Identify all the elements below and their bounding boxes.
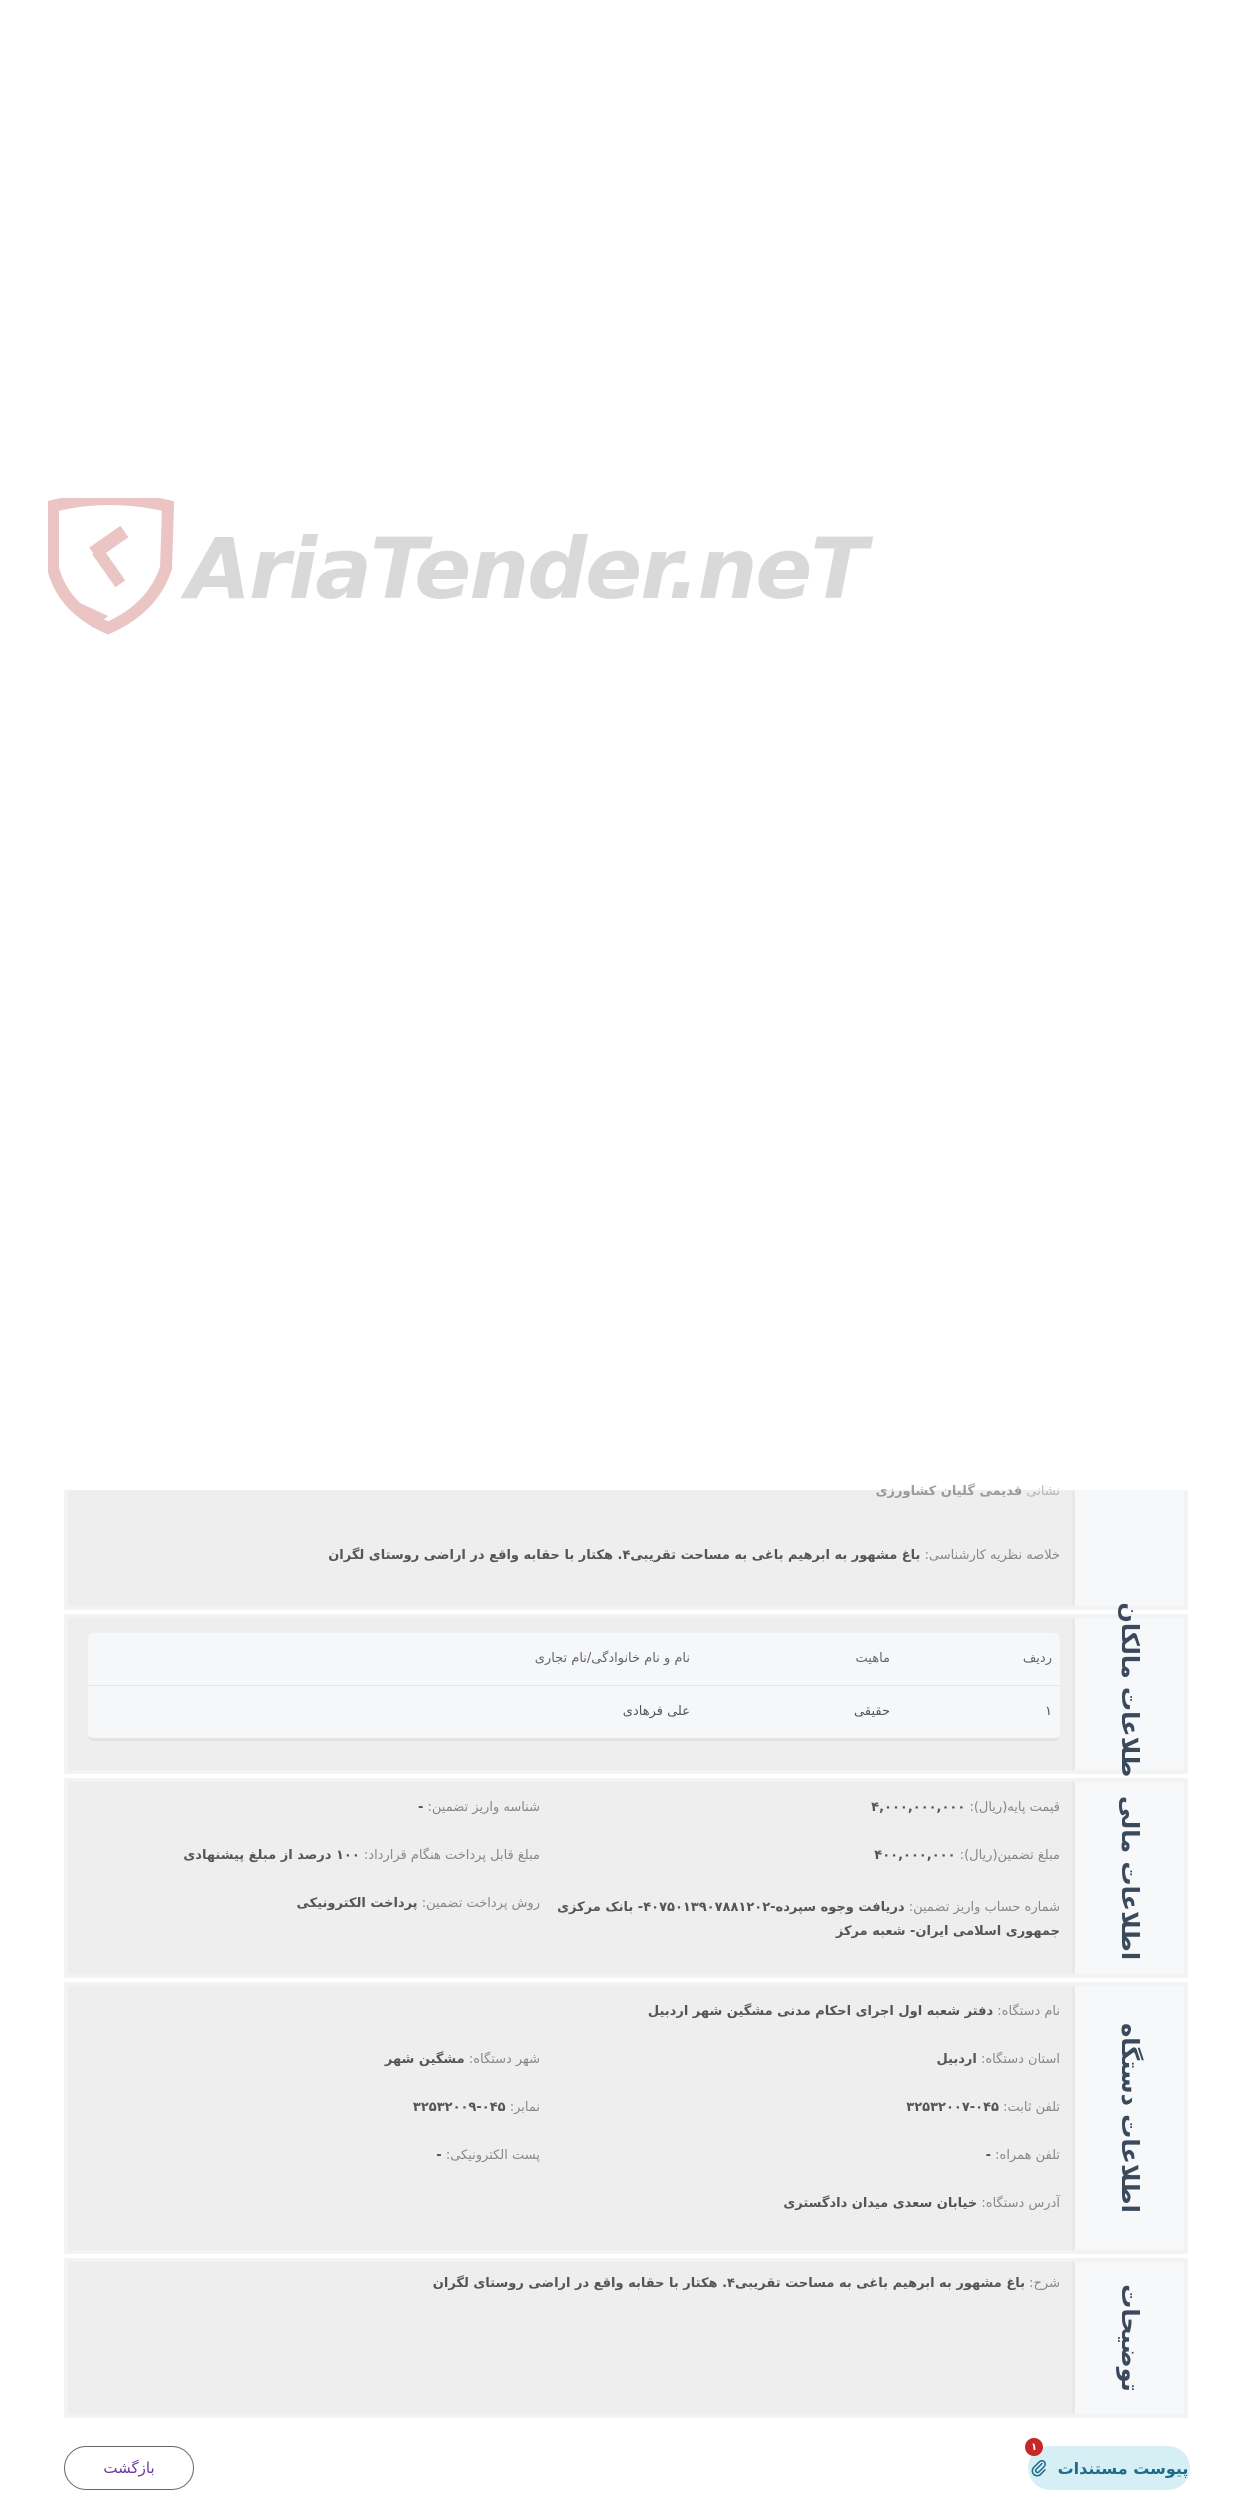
column-header-name: نام و نام خانوادگی/نام تجاری xyxy=(534,1651,690,1666)
summary-partial-row: نشانی قدیمی گلیان کشاورزی xyxy=(875,1484,1060,1499)
row-type: حقیقی xyxy=(854,1704,890,1719)
watermark-logo: AriaTender.neT xyxy=(48,498,868,638)
owners-table-header: ردیف ماهیت نام و نام خانوادگی/نام تجاری xyxy=(88,1633,1060,1686)
base-price-field: قیمت پایه(ریال): ۴,۰۰۰,۰۰۰,۰۰۰ xyxy=(871,1800,1060,1815)
attachments-count-badge: ۱ xyxy=(1025,2438,1043,2456)
org-fax-field: نمابر: ۰۴۵-۳۲۵۳۲۰۰۹ xyxy=(412,2100,540,2115)
descriptions-section: توضیحات شرح: باغ مشهور به ابرهیم باغی به… xyxy=(64,2258,1188,2418)
owners-section: اطلاعات مالکان ردیف ماهیت نام و نام خانو… xyxy=(64,1602,1188,1786)
descriptions-content: شرح: باغ مشهور به ابرهیم باغی به مساحت ت… xyxy=(88,2262,1060,2414)
financial-section: اطلاعات مالی قیمت پایه(ریال): ۴,۰۰۰,۰۰۰,… xyxy=(64,1778,1188,1978)
org-city-field: شهر دستگاه: مشگین شهر xyxy=(384,2052,540,2067)
summary-content: نشانی قدیمی گلیان کشاورزی خلاصه نظریه کا… xyxy=(88,1484,1060,1606)
guarantee-amount-field: مبلغ تضمین(ریال): ۴۰۰,۰۰۰,۰۰۰ xyxy=(874,1848,1060,1863)
organization-content: نام دستگاه: دفتر شعبه اول اجرای احکام مد… xyxy=(88,1986,1060,2250)
deposit-id-field: شناسه واریز تضمین: - xyxy=(417,1800,540,1815)
shield-logo-icon xyxy=(48,498,175,635)
organization-title: اطلاعات دستگاه xyxy=(1115,2023,1144,2213)
descriptions-title: توضیحات xyxy=(1115,2284,1144,2392)
summary-section: نشانی قدیمی گلیان کشاورزی خلاصه نظریه کا… xyxy=(64,1484,1188,1610)
owners-content: ردیف ماهیت نام و نام خانوادگی/نام تجاری … xyxy=(88,1618,1060,1770)
account-number-field: شماره حساب واریز تضمین: دریافت وجوه سپرد… xyxy=(557,1900,1060,1939)
financial-side-panel: اطلاعات مالی xyxy=(1072,1782,1184,1974)
back-button[interactable]: بازگشت xyxy=(64,2446,194,2490)
org-address-field: آدرس دستگاه: خیابان سعدی میدان دادگستری xyxy=(783,2196,1060,2211)
organization-section: اطلاعات دستگاه نام دستگاه: دفتر شعبه اول… xyxy=(64,1982,1188,2254)
row-index: ۱ xyxy=(1045,1704,1052,1719)
summary-expert-opinion: خلاصه نظریه کارشناسی: باغ مشهور به ابرهی… xyxy=(328,1548,1060,1563)
owners-title: اطلاعات مالکان xyxy=(1115,1602,1144,1786)
financial-title: اطلاعات مالی xyxy=(1115,1795,1144,1961)
owners-table: ردیف ماهیت نام و نام خانوادگی/نام تجاری … xyxy=(88,1633,1060,1741)
description-field: شرح: باغ مشهور به ابرهیم باغی به مساحت ت… xyxy=(432,2276,1060,2291)
org-phone-field: تلفن ثابت: ۰۴۵-۳۲۵۳۲۰۰۷ xyxy=(906,2100,1060,2115)
descriptions-side-panel: توضیحات xyxy=(1072,2262,1184,2414)
row-name: علی فرهادی xyxy=(622,1704,690,1719)
table-row: ۱ حقیقی علی فرهادی xyxy=(88,1686,1060,1738)
summary-side-panel xyxy=(1072,1490,1184,1606)
watermark-brand: AriaTender.neT xyxy=(186,520,868,618)
org-name-field: نام دستگاه: دفتر شعبه اول اجرای احکام مد… xyxy=(647,2004,1060,2019)
financial-content: قیمت پایه(ریال): ۴,۰۰۰,۰۰۰,۰۰۰ شناسه وار… xyxy=(88,1782,1060,1974)
attach-documents-label: پیوست مستندات xyxy=(1057,2458,1189,2478)
org-email-field: پست الکترونیکی: - xyxy=(436,2148,540,2163)
attach-documents-button[interactable]: پیوست مستندات xyxy=(1028,2446,1190,2490)
payment-method-field: روش پرداخت تضمین: پرداخت الکترونیکی xyxy=(296,1896,540,1911)
org-province-field: استان دستگاه: اردبیل xyxy=(936,2052,1060,2067)
column-header-type: ماهیت xyxy=(855,1651,890,1666)
paperclip-icon xyxy=(1031,2459,1046,2477)
owners-side-panel: اطلاعات مالکان xyxy=(1072,1602,1184,1786)
column-header-index: ردیف xyxy=(1022,1651,1052,1666)
payable-amount-field: مبلغ قابل پرداخت هنگام قرارداد: ۱۰۰ درصد… xyxy=(183,1848,540,1863)
org-mobile-field: تلفن همراه: - xyxy=(985,2148,1060,2163)
organization-side-panel: اطلاعات دستگاه xyxy=(1072,1986,1184,2250)
